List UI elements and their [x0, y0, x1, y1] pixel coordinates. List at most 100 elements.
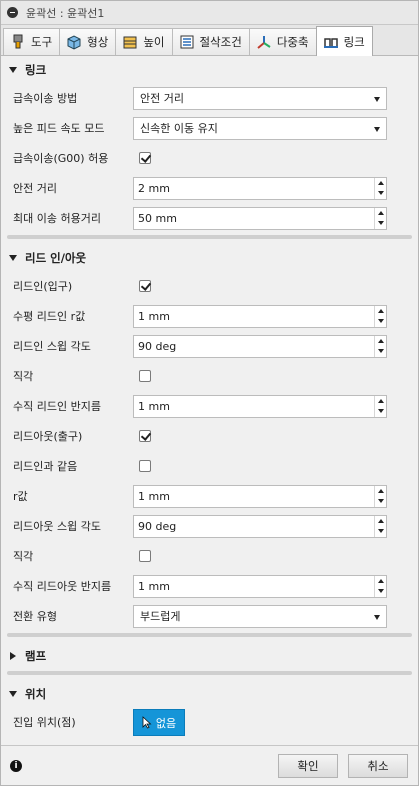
field-label: 직각	[13, 370, 34, 383]
dialog-window: 윤곽선 : 윤곽선1 도구 형상 높이 절삭조건 다중축 링크 링크 급속이송 …	[0, 0, 419, 786]
out-sweep-angle-spinner[interactable]: 90 deg	[133, 514, 387, 538]
spinner-value: 1 mm	[138, 309, 170, 323]
spin-down-icon[interactable]	[375, 218, 386, 229]
rapid-method-select[interactable]: 안전 거리	[133, 86, 387, 110]
row-lead-out: 리드아웃(출구)	[1, 421, 418, 451]
spin-down-icon[interactable]	[375, 496, 386, 507]
section-divider	[7, 671, 412, 675]
perpendicular-checkbox[interactable]	[139, 370, 151, 382]
spin-up-icon[interactable]	[375, 208, 386, 219]
section-ramp-header[interactable]: 램프	[1, 643, 418, 669]
field-label: 리드아웃 스윕 각도	[13, 520, 101, 533]
spin-up-icon[interactable]	[375, 178, 386, 189]
spin-down-icon[interactable]	[375, 316, 386, 327]
row-sweep-angle: 리드인 스윕 각도 90 deg	[1, 331, 418, 361]
section-leads-header[interactable]: 리드 인/아웃	[1, 245, 418, 271]
spinner-buttons	[374, 515, 386, 537]
row-same-as-lead-in: 리드인과 같음	[1, 451, 418, 481]
spinner-value: 1 mm	[138, 399, 170, 413]
same-as-lead-in-checkbox[interactable]	[139, 460, 151, 472]
tab-label: 다중축	[276, 35, 309, 49]
row-out-sweep-angle: 리드아웃 스윕 각도 90 deg	[1, 511, 418, 541]
safe-distance-spinner[interactable]: 2 mm	[133, 176, 387, 200]
field-label: 수직 리드인 반지름	[13, 400, 101, 413]
field-label: 리드인과 같음	[13, 460, 78, 473]
tab-multiaxis[interactable]: 다중축	[248, 28, 317, 55]
field-label: 안전 거리	[13, 182, 57, 195]
field-label: 리드인 스윕 각도	[13, 340, 91, 353]
section-linking-header[interactable]: 링크	[1, 57, 418, 83]
field-label: 직각	[13, 550, 34, 563]
dialog-title: 윤곽선 : 윤곽선1	[26, 6, 105, 20]
high-feed-mode-select[interactable]: 신속한 이동 유지	[133, 116, 387, 140]
section-positions-header[interactable]: 위치	[1, 681, 418, 707]
collapse-icon[interactable]	[7, 7, 18, 18]
spin-up-icon[interactable]	[375, 516, 386, 527]
spin-down-icon[interactable]	[375, 188, 386, 199]
row-out-vertical-radius: 수직 리드아웃 반지름 1 mm	[1, 571, 418, 601]
spin-up-icon[interactable]	[375, 396, 386, 407]
spin-up-icon[interactable]	[375, 486, 386, 497]
field-label: 수평 리드인 r값	[13, 310, 86, 323]
field-label: 급속이송(G00) 허용	[13, 152, 109, 165]
tab-heights[interactable]: 높이	[115, 28, 173, 55]
lead-in-checkbox[interactable]	[139, 280, 151, 292]
section-title: 링크	[25, 63, 47, 77]
dialog-footer: i 확인 취소	[1, 745, 418, 785]
passes-icon	[180, 35, 194, 49]
spin-down-icon[interactable]	[375, 586, 386, 597]
tool-icon	[13, 34, 23, 49]
title-bar: 윤곽선 : 윤곽선1	[1, 1, 418, 25]
field-label: 전환 유형	[13, 610, 57, 623]
row-horizontal-radius: 수평 리드인 r값 1 mm	[1, 301, 418, 331]
spinner-buttons	[374, 207, 386, 229]
spin-down-icon[interactable]	[375, 526, 386, 537]
heights-icon	[123, 36, 137, 49]
row-transition-type: 전환 유형 부드럽게	[1, 601, 418, 631]
tab-geometry[interactable]: 형상	[59, 28, 117, 55]
linking-icon	[323, 37, 338, 48]
spin-up-icon[interactable]	[375, 306, 386, 317]
spin-down-icon[interactable]	[375, 346, 386, 357]
spin-up-icon[interactable]	[375, 576, 386, 587]
settings-panel: 링크 급속이송 방법 안전 거리 높은 피드 속도 모드 신속한 이동 유지 급…	[1, 57, 418, 745]
row-max-stay-down: 최대 이송 허용거리 50 mm	[1, 203, 418, 233]
tab-label: 절삭조건	[199, 35, 242, 49]
vertical-radius-spinner[interactable]: 1 mm	[133, 394, 387, 418]
out-radius-spinner[interactable]: 1 mm	[133, 484, 387, 508]
lead-out-checkbox[interactable]	[139, 430, 151, 442]
spin-up-icon[interactable]	[375, 336, 386, 347]
section-title: 램프	[25, 649, 47, 663]
expand-triangle-icon	[9, 67, 17, 73]
section-divider	[7, 633, 412, 637]
field-label: r값	[13, 490, 28, 503]
row-entry-position: 진입 위치(점) 없음	[1, 707, 418, 737]
tab-tool[interactable]: 도구	[3, 28, 61, 55]
button-label: 없음	[155, 716, 177, 730]
allow-rapid-checkbox[interactable]	[139, 152, 151, 164]
out-perpendicular-checkbox[interactable]	[139, 550, 151, 562]
spinner-value: 50 mm	[138, 211, 177, 225]
spinner-value: 90 deg	[138, 519, 177, 533]
spinner-buttons	[374, 305, 386, 327]
out-vertical-radius-spinner[interactable]: 1 mm	[133, 574, 387, 598]
tab-linking[interactable]: 링크	[315, 26, 373, 56]
tab-bar: 도구 형상 높이 절삭조건 다중축 링크	[1, 25, 418, 56]
tab-passes[interactable]: 절삭조건	[171, 28, 250, 55]
spin-down-icon[interactable]	[375, 406, 386, 417]
cancel-button[interactable]: 취소	[348, 754, 408, 778]
field-label: 리드아웃(출구)	[13, 430, 83, 443]
ok-button[interactable]: 확인	[278, 754, 338, 778]
sweep-angle-spinner[interactable]: 90 deg	[133, 334, 387, 358]
info-icon[interactable]: i	[10, 760, 22, 772]
transition-type-select[interactable]: 부드럽게	[133, 604, 387, 628]
multiaxis-icon	[257, 36, 271, 49]
select-value: 신속한 이동 유지	[140, 122, 218, 135]
select-value: 부드럽게	[140, 610, 181, 623]
spinner-buttons	[374, 177, 386, 199]
entry-position-select-button[interactable]: 없음	[133, 709, 185, 736]
horizontal-radius-spinner[interactable]: 1 mm	[133, 304, 387, 328]
field-label: 최대 이송 허용거리	[13, 212, 101, 225]
max-stay-down-spinner[interactable]: 50 mm	[133, 206, 387, 230]
row-high-feed-mode: 높은 피드 속도 모드 신속한 이동 유지	[1, 113, 418, 143]
